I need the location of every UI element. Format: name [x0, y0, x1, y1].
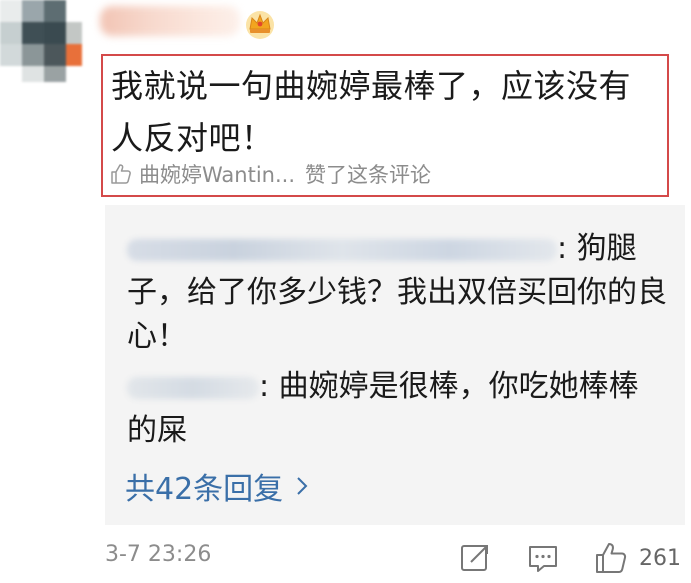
liked-by-row[interactable]: 曲婉婷Wantin... 赞了这条评论 — [109, 160, 431, 188]
liked-by-suffix: 赞了这条评论 — [305, 163, 432, 187]
comment-timestamp: 3-7 23:26 — [105, 542, 212, 567]
more-replies-link[interactable]: 共42条回复 — [125, 463, 309, 509]
comment-icon[interactable] — [525, 540, 561, 576]
liked-by-name[interactable]: 曲婉婷Wantin... — [139, 159, 295, 189]
like-count: 261 — [639, 545, 681, 571]
share-icon[interactable] — [457, 540, 493, 576]
more-replies-label[interactable]: 共42条回复 — [125, 464, 283, 508]
crown-icon — [246, 11, 274, 39]
reply-username[interactable] — [127, 238, 557, 261]
reply-item[interactable]: : 狗腿子，给了你多少钱？我出双倍买回你的良心！ — [127, 227, 667, 359]
highlighted-comment: 我就说一句曲婉婷最棒了，应该没有人反对吧！ 曲婉婷Wantin... 赞了这条评… — [101, 54, 669, 197]
avatar[interactable] — [0, 0, 82, 82]
reply-item[interactable]: : 曲婉婷是很棒，你吃她棒棒的屎 — [127, 365, 667, 453]
thumbs-up-icon — [111, 164, 131, 184]
comment-actions: 261 — [425, 538, 681, 578]
username[interactable] — [100, 6, 240, 36]
like-icon[interactable] — [593, 540, 629, 576]
reply-username[interactable] — [127, 376, 259, 399]
reply-thread: : 狗腿子，给了你多少钱？我出双倍买回你的良心！ : 曲婉婷是很棒，你吃她棒棒的… — [105, 205, 685, 525]
comment-text: 我就说一句曲婉婷最棒了，应该没有人反对吧！ — [111, 67, 632, 157]
chevron-right-icon — [297, 477, 308, 495]
